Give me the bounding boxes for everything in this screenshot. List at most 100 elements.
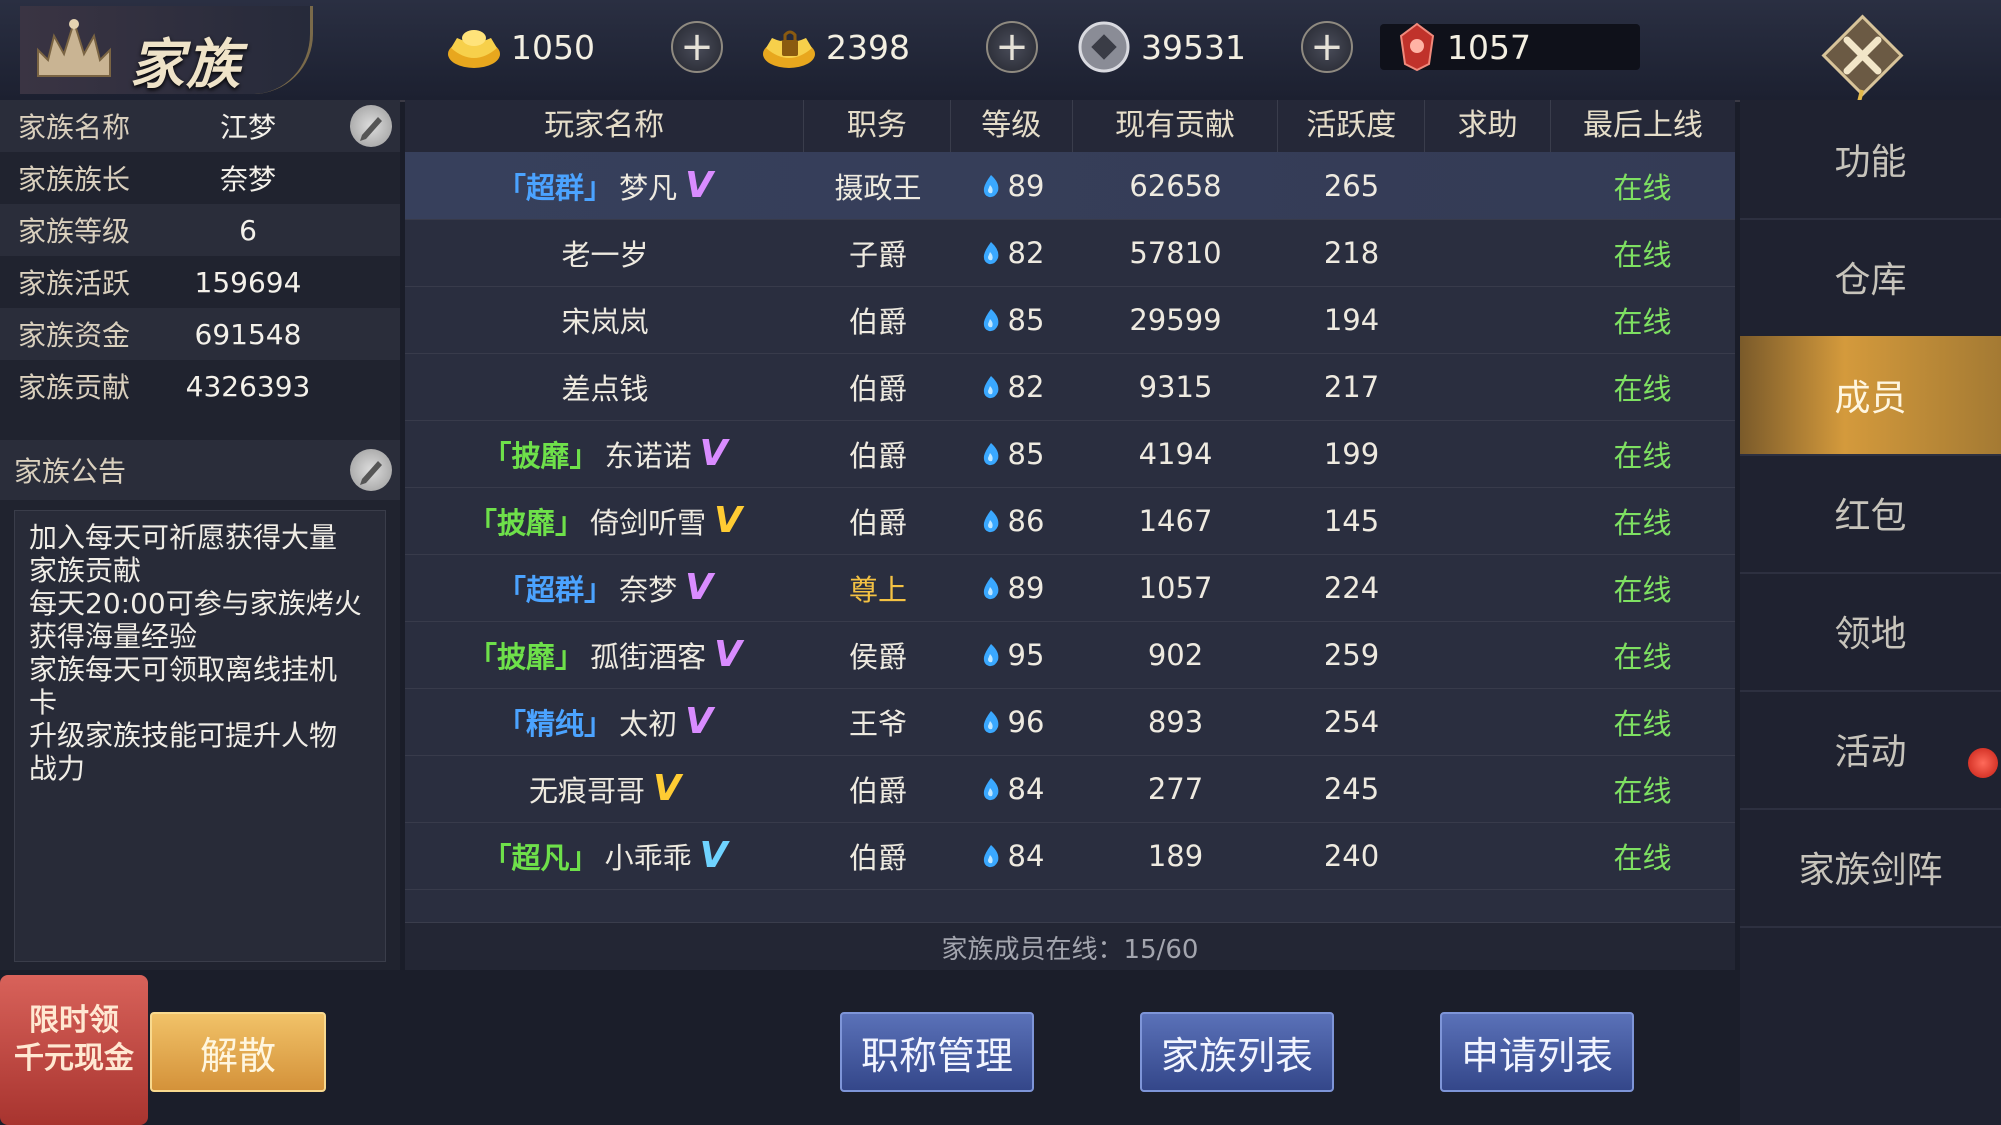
- member-last-online: 在线: [1613, 237, 1672, 272]
- table-row[interactable]: 老一岁 子爵 82 57810 218 在线: [405, 219, 1735, 287]
- red-gem-icon: [1399, 22, 1435, 72]
- table-row[interactable]: 「披靡」 倚剑听雪 V 伯爵 86 1467 145 在线: [405, 487, 1735, 555]
- member-level: 84: [1007, 771, 1045, 806]
- member-name: 太初: [619, 706, 678, 741]
- table-row[interactable]: 「超凡」 小乖乖 V 伯爵 84 189 240 在线: [405, 822, 1735, 890]
- info-value: 奈梦: [219, 163, 276, 196]
- col-last-online[interactable]: 最后上线: [1551, 100, 1735, 152]
- add-gold-button[interactable]: +: [671, 21, 723, 73]
- notice-header: 家族公告: [0, 440, 400, 500]
- col-level[interactable]: 等级: [951, 100, 1073, 152]
- info-label: 家族名称: [18, 111, 131, 144]
- close-icon[interactable]: [1815, 8, 1910, 103]
- member-last-online: 在线: [1613, 170, 1672, 205]
- apply-list-button[interactable]: 申请列表: [1440, 1012, 1634, 1092]
- notice-line: 升级家族技能可提升人物: [29, 719, 338, 752]
- member-name: 东诺诺: [604, 438, 692, 473]
- member-last-online: 在线: [1613, 706, 1672, 741]
- member-name-cell: 老一岁: [405, 232, 805, 274]
- edit-notice-icon[interactable]: [350, 449, 392, 491]
- vip-icon: V: [685, 165, 713, 206]
- member-name-cell: 「超群」 奈梦 V: [405, 567, 805, 609]
- title-manage-button[interactable]: 职称管理: [840, 1012, 1034, 1092]
- col-name[interactable]: 玩家名称: [405, 100, 805, 152]
- member-name-cell: 宋岚岚: [405, 299, 805, 341]
- member-job: 侯爵: [848, 639, 907, 674]
- notice-line: 获得海量经验: [29, 620, 198, 653]
- disband-button[interactable]: 解散: [150, 1012, 326, 1092]
- table-row[interactable]: 「超群」 梦凡 V 摄政王 89 62658 265 在线: [405, 152, 1735, 220]
- member-title-tag: 「披靡」: [468, 639, 585, 674]
- member-last-online: 在线: [1613, 639, 1672, 674]
- silver-value: 39531: [1141, 27, 1246, 67]
- member-contribution: 9315: [1138, 369, 1213, 404]
- col-help[interactable]: 求助: [1425, 100, 1551, 152]
- notice-line: 加入每天可祈愿获得大量: [29, 521, 338, 554]
- table-body[interactable]: 「超群」 梦凡 V 摄政王 89 62658 265 在线 老一岁 子爵 82 57810 218 在线宋…: [405, 152, 1735, 922]
- level-flame-icon: [983, 442, 998, 465]
- locked-gold-value: 2398: [826, 27, 910, 67]
- info-value: 159694: [194, 265, 302, 299]
- info-value: 4326393: [185, 369, 311, 403]
- level-flame-icon: [983, 241, 998, 264]
- member-contribution: 57810: [1129, 235, 1222, 270]
- notice-line: 家族贡献: [29, 554, 142, 587]
- table-row[interactable]: 差点钱 伯爵 82 9315 217 在线: [405, 353, 1735, 421]
- menu-item-red-packet[interactable]: 红包: [1740, 454, 2001, 574]
- member-last-online: 在线: [1613, 572, 1672, 607]
- promo-banner[interactable]: 限时领 千元现金: [0, 975, 148, 1125]
- table-row[interactable]: 「披靡」 东诺诺 V 伯爵 85 4194 199 在线: [405, 420, 1735, 488]
- table-row[interactable]: 「精纯」 太初 V 王爷 96 893 254 在线: [405, 688, 1735, 756]
- menu-item-members[interactable]: 成员: [1740, 336, 2001, 456]
- gold-value: 1050: [511, 27, 595, 67]
- edit-name-icon[interactable]: [350, 105, 392, 147]
- table-row[interactable]: 宋岚岚 伯爵 85 29599 194 在线: [405, 286, 1735, 354]
- menu-item-function[interactable]: 功能: [1740, 100, 2001, 220]
- vip-icon: V: [714, 634, 742, 675]
- col-job[interactable]: 职务: [804, 100, 951, 152]
- vip-icon: V: [714, 500, 742, 541]
- member-name: 梦凡: [619, 170, 678, 205]
- clan-info-panel: 家族名称 江梦 家族族长 奈梦 家族等级 6 家族活跃 159694 家族资金 …: [0, 100, 400, 970]
- menu-item-activities[interactable]: 活动: [1740, 690, 2001, 810]
- member-title-tag: 「披靡」: [468, 505, 585, 540]
- locked-gold-ingot-icon: [763, 30, 815, 68]
- member-contribution: 62658: [1129, 168, 1222, 203]
- info-row-name: 家族名称 江梦: [0, 100, 400, 152]
- menu-item-sword-array[interactable]: 家族剑阵: [1740, 808, 2001, 928]
- notice-label: 家族公告: [14, 455, 127, 488]
- member-title-tag: 「精纯」: [497, 706, 614, 741]
- member-level: 86: [1007, 503, 1045, 538]
- member-name: 老一岁: [561, 237, 649, 272]
- notice-line: 战力: [29, 752, 86, 785]
- table-row[interactable]: 无痕哥哥 V 伯爵 84 277 245 在线: [405, 755, 1735, 823]
- table-row[interactable]: 「披靡」 孤街酒客 V 侯爵 95 902 259 在线: [405, 621, 1735, 689]
- member-last-online: 在线: [1613, 840, 1672, 875]
- member-name: 小乖乖: [604, 840, 692, 875]
- table-row[interactable]: 「超群」 奈梦 V 尊上 89 1057 224 在线: [405, 554, 1735, 622]
- clan-list-button[interactable]: 家族列表: [1140, 1012, 1334, 1092]
- promo-line: 千元现金: [14, 1041, 134, 1076]
- currency-gold: 1050 +: [445, 20, 723, 74]
- notice-line: 家族每天可领取离线挂机: [29, 653, 338, 686]
- vip-icon: V: [699, 835, 728, 876]
- member-level-cell: 96: [951, 705, 1073, 739]
- clan-crown-icon: [37, 18, 111, 77]
- add-locked-gold-button[interactable]: +: [986, 21, 1038, 73]
- member-contribution: 902: [1147, 637, 1204, 672]
- col-activity[interactable]: 活跃度: [1278, 100, 1426, 152]
- member-contribution: 277: [1147, 771, 1204, 806]
- col-contribution[interactable]: 现有贡献: [1073, 100, 1279, 152]
- add-silver-button[interactable]: +: [1301, 21, 1353, 73]
- info-row-activity: 家族活跃 159694: [0, 256, 400, 308]
- menu-item-storage[interactable]: 仓库: [1740, 218, 2001, 338]
- top-bar: 家族 1050 + 2398 + 39531 + 1057: [0, 0, 2001, 103]
- member-title-tag: 「披靡」: [482, 438, 599, 473]
- info-value: 6: [239, 213, 257, 247]
- member-level: 82: [1007, 235, 1045, 270]
- member-activity: 218: [1323, 235, 1380, 270]
- level-flame-icon: [983, 643, 998, 666]
- online-count: 家族成员在线：15/60: [405, 922, 1735, 971]
- menu-item-territory[interactable]: 领地: [1740, 572, 2001, 692]
- member-name-cell: 「披靡」 倚剑听雪 V: [405, 500, 805, 542]
